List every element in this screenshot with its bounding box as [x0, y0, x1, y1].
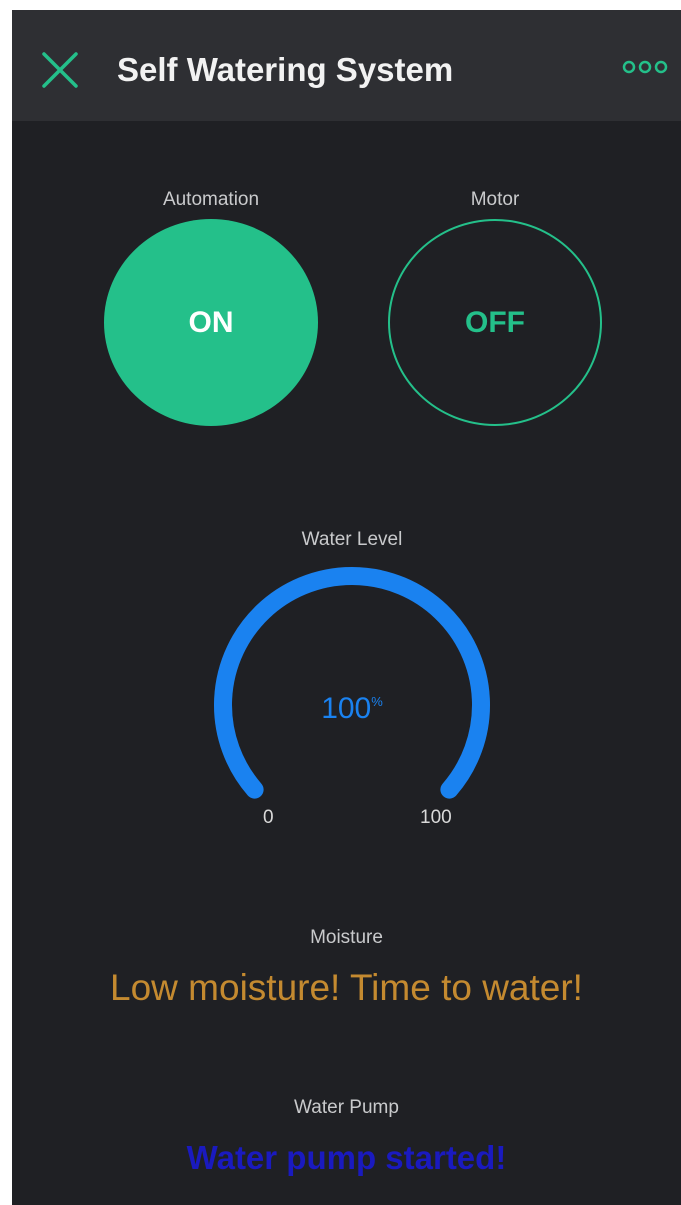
water-pump-status-text: Water pump started!: [186, 1139, 507, 1176]
moisture-status-text: Low moisture! Time to water!: [110, 967, 583, 1008]
motor-state: OFF: [465, 305, 525, 339]
water-level-label: Water Level: [301, 529, 403, 550]
automation-state: ON: [188, 305, 234, 339]
moisture-label: Moisture: [310, 927, 383, 948]
close-button[interactable]: [38, 48, 82, 92]
automation-toggle-button[interactable]: ON: [104, 219, 318, 426]
motor-toggle-button[interactable]: OFF: [388, 219, 602, 426]
gauge-value: 100: [321, 692, 371, 725]
app-screen: Self Watering System Automation ON Motor…: [12, 10, 681, 1205]
water-level-gauge: 100%: [202, 555, 502, 815]
close-icon: [42, 52, 78, 88]
gauge-max-label: 100: [420, 807, 452, 828]
gauge-unit: %: [371, 694, 383, 709]
more-dots-icon: [622, 60, 668, 74]
more-options-button[interactable]: [620, 56, 670, 78]
motor-label: Motor: [470, 189, 520, 210]
page-title: Self Watering System: [117, 51, 454, 88]
gauge-min-label: 0: [263, 807, 274, 828]
gauge-value-text: 100%: [321, 692, 383, 725]
automation-label: Automation: [162, 189, 260, 210]
gauge-fill-arc: [214, 567, 490, 799]
water-pump-label: Water Pump: [294, 1097, 399, 1118]
app-header: Self Watering System: [12, 10, 681, 121]
